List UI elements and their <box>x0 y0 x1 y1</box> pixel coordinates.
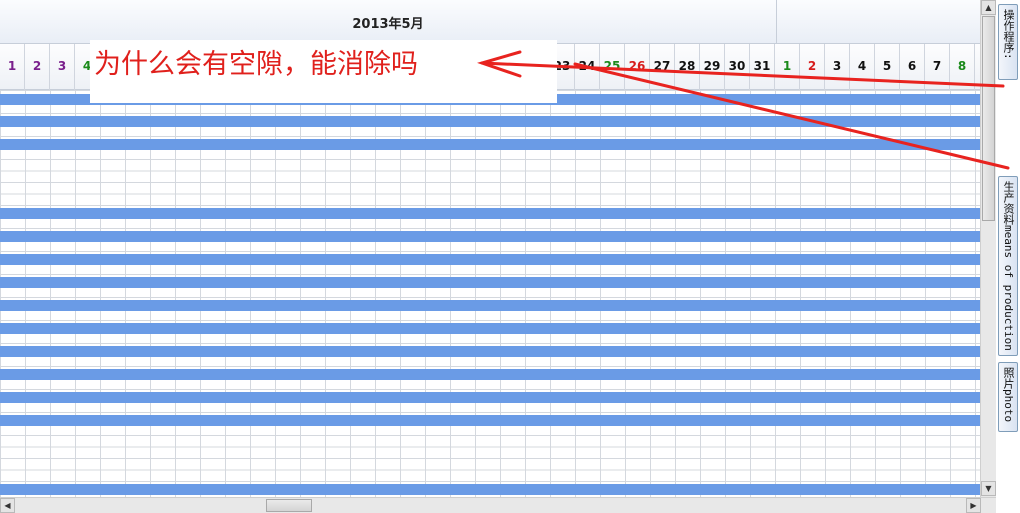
day-header-cell: 5 <box>875 44 900 90</box>
day-header-cell: 24 <box>575 44 600 90</box>
annotation-text: 为什么会有空隙，能消除吗 <box>94 49 418 80</box>
day-header-cell: 31 <box>750 44 775 90</box>
gantt-bar[interactable] <box>0 208 980 219</box>
day-header-cell: 1 <box>0 44 25 90</box>
gantt-bar[interactable] <box>0 392 980 403</box>
gantt-bar[interactable] <box>0 231 980 242</box>
vertical-scrollbar[interactable]: ▲ ▼ <box>980 0 996 497</box>
tab-means-of-production[interactable]: 生产资料means of production <box>998 176 1018 356</box>
day-header-cell: 28 <box>675 44 700 90</box>
day-header-cell: 3 <box>50 44 75 90</box>
gantt-bar[interactable] <box>0 116 980 127</box>
side-tab-strip: 操作程序: 生产资料means of production 照片photo <box>996 0 1020 513</box>
day-header-cell: 2 <box>800 44 825 90</box>
month-header: 2013年5月 <box>0 0 980 44</box>
day-header-cell: 8 <box>950 44 975 90</box>
day-header-cell: 3 <box>825 44 850 90</box>
gantt-bar[interactable] <box>0 415 980 426</box>
gantt-grid-body[interactable] <box>0 90 980 497</box>
tab-label: 操作程序: <box>1002 9 1015 60</box>
gantt-bar[interactable] <box>0 484 980 495</box>
gantt-bar[interactable] <box>0 346 980 357</box>
month-title: 2013年5月 <box>352 17 424 32</box>
day-header-cell: 2 <box>25 44 50 90</box>
horizontal-scroll-thumb[interactable] <box>266 499 312 512</box>
scroll-up-button[interactable]: ▲ <box>981 0 996 15</box>
gantt-bar[interactable] <box>0 369 980 380</box>
gantt-bar[interactable] <box>0 277 980 288</box>
gantt-bar[interactable] <box>0 300 980 311</box>
gantt-bar[interactable] <box>0 323 980 334</box>
day-header-cell: 6 <box>900 44 925 90</box>
day-header-cell: 7 <box>925 44 950 90</box>
day-header-cell: 27 <box>650 44 675 90</box>
tab-label: 生产资料means of production <box>1002 181 1015 351</box>
day-header-cell: 29 <box>700 44 725 90</box>
day-header-cell: 26 <box>625 44 650 90</box>
gantt-bar[interactable] <box>0 254 980 265</box>
horizontal-scrollbar[interactable]: ◀ ▶ <box>0 497 996 513</box>
tab-label: 照片photo <box>1002 367 1015 423</box>
tab-operation-procedure[interactable]: 操作程序: <box>998 4 1018 80</box>
month-divider <box>776 0 777 44</box>
day-header-cell: 1 <box>775 44 800 90</box>
day-header-cell: 25 <box>600 44 625 90</box>
gantt-bar[interactable] <box>0 139 980 150</box>
annotation-box: 为什么会有空隙，能消除吗 <box>90 40 557 103</box>
scroll-left-button[interactable]: ◀ <box>0 498 15 513</box>
tab-photo[interactable]: 照片photo <box>998 362 1018 432</box>
vertical-scroll-thumb[interactable] <box>982 16 995 221</box>
day-header-cell: 30 <box>725 44 750 90</box>
day-header-cell: 4 <box>850 44 875 90</box>
scroll-down-button[interactable]: ▼ <box>981 481 996 496</box>
scroll-right-button[interactable]: ▶ <box>966 498 981 513</box>
